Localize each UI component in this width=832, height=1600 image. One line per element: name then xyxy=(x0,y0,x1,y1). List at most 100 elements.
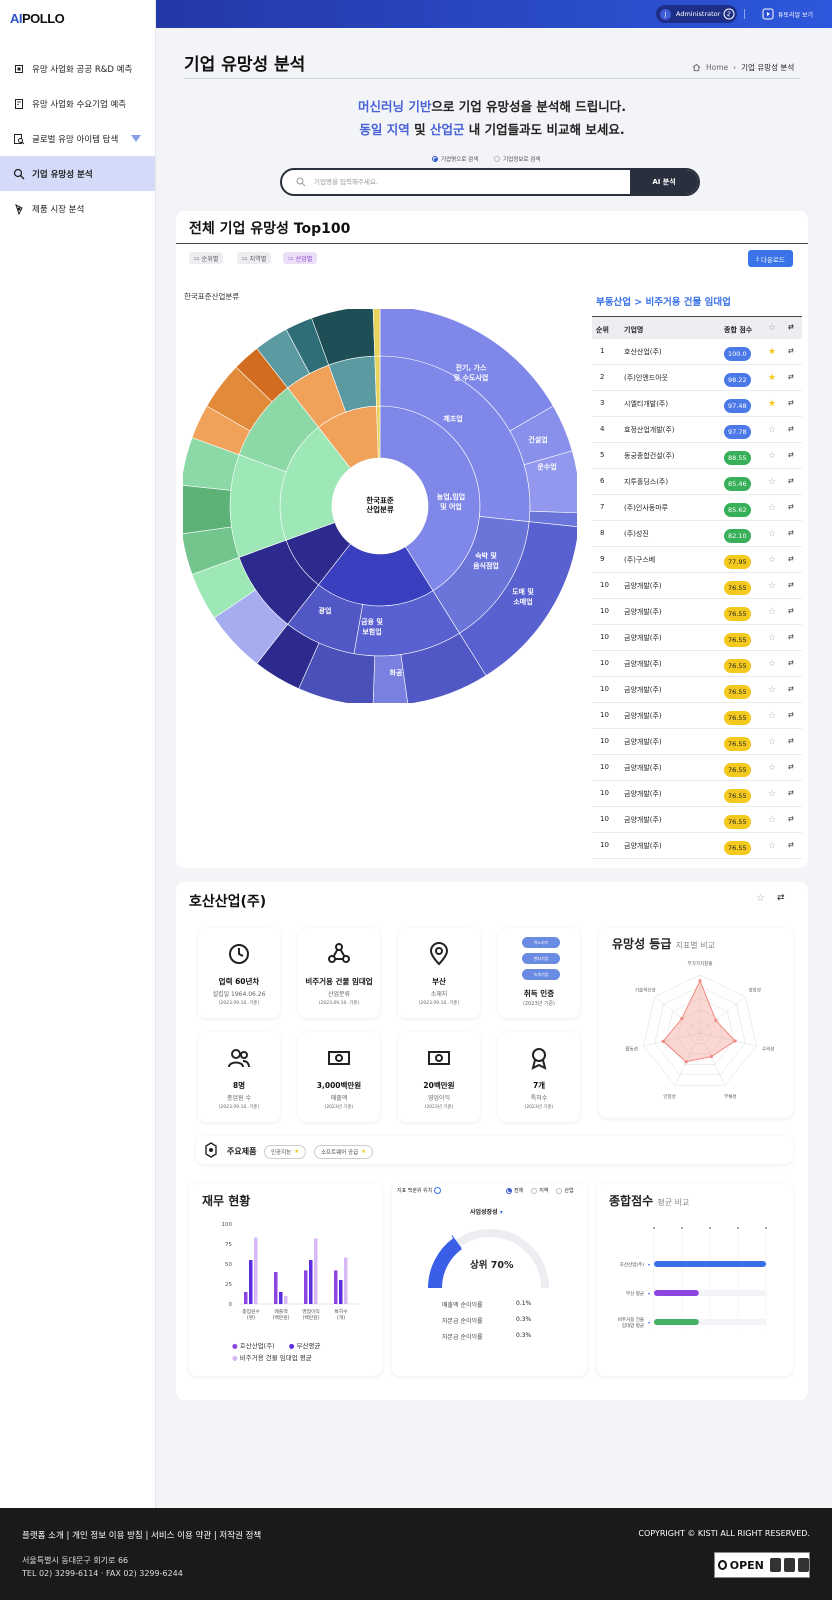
star-icon[interactable]: ☆ xyxy=(768,529,776,539)
link-icon[interactable]: ⇄ xyxy=(788,763,794,771)
sidebar-item-global[interactable]: 글로벌 유망 아이템 탐색 xyxy=(0,121,155,156)
sidebar-item-market[interactable]: 제품 시장 분석 xyxy=(0,191,155,226)
star-icon[interactable]: ☆ xyxy=(756,893,765,904)
table-row[interactable]: 10 금양개발(주) 76.55 ☆ ⇄ xyxy=(592,781,802,807)
total-score-chart[interactable]: ▪ ▪ ▪ ▪ ▪ 호산산업(주) ▾ 부산 평균 ▾ 비주거용 건물임대업 평균 ▾ xyxy=(614,1222,774,1342)
table-row[interactable]: 10 금양개발(주) 76.55 ☆ ⇄ xyxy=(592,677,802,703)
table-row[interactable]: 10 금양개발(주) 76.55 ☆ ⇄ xyxy=(592,807,802,833)
link-icon[interactable]: ⇄ xyxy=(788,503,794,511)
link-icon[interactable]: ⇄ xyxy=(788,737,794,745)
table-row[interactable]: 10 금양개발(주) 76.55 ☆ ⇄ xyxy=(592,573,802,599)
sidebar-item-company[interactable]: 기업 유망성 분석 xyxy=(0,156,155,191)
help-icon[interactable]: ? xyxy=(723,8,735,20)
table-row[interactable]: 7 (주)인사동마루 85.62 ☆ ⇄ xyxy=(592,495,802,521)
table-row[interactable]: 10 금양개발(주) 76.55 ☆ ⇄ xyxy=(592,833,802,859)
chevron-down-icon[interactable] xyxy=(131,135,142,142)
link-icon[interactable]: ⇄ xyxy=(788,581,794,589)
industry-sunburst-chart[interactable]: 한국표준산업분류 전기, 가스및 수도사업제조업건설업운수업농업,임업및 어업숙박… xyxy=(183,309,577,703)
radio-info[interactable]: 기업정보로 검색 xyxy=(494,155,540,163)
star-icon[interactable]: ☆ xyxy=(768,685,776,695)
star-icon[interactable]: ☆ xyxy=(768,581,776,591)
sidebar-item-rnd[interactable]: 유망 사업화 공공 R&D 예측 xyxy=(0,51,155,86)
breadcrumb-home[interactable]: Home xyxy=(706,63,728,72)
star-icon[interactable]: ☆ xyxy=(768,763,776,773)
star-icon[interactable]: ☆ xyxy=(768,425,776,435)
table-row[interactable]: 2 (주)인엔드아웃 98.22 ★ ⇄ xyxy=(592,365,802,391)
sunburst-mid-segment[interactable] xyxy=(229,454,287,558)
star-icon[interactable]: ☆ xyxy=(768,659,776,669)
table-row[interactable]: 5 동궁종합건설(주) 88.55 ☆ ⇄ xyxy=(592,443,802,469)
table-row[interactable]: 10 금양개발(주) 76.55 ☆ ⇄ xyxy=(592,755,802,781)
table-row[interactable]: 6 지투홀딩스(주) 85.46 ☆ ⇄ xyxy=(592,469,802,495)
table-row[interactable]: 10 금양개발(주) 76.55 ☆ ⇄ xyxy=(592,729,802,755)
table-row[interactable]: 10 금양개발(주) 76.55 ☆ ⇄ xyxy=(592,625,802,651)
footer-links[interactable]: 플랫폼 소개 | 개인 정보 이용 방침 | 서비스 이용 약관 | 저작권 정… xyxy=(22,1529,261,1541)
table-row[interactable]: 9 (주)구스베 77.95 ☆ ⇄ xyxy=(592,547,802,573)
radio-region[interactable]: 지역 xyxy=(531,1187,548,1194)
table-row[interactable]: 8 (주)성진 82.10 ☆ ⇄ xyxy=(592,521,802,547)
home-icon[interactable] xyxy=(692,63,701,72)
search-input[interactable]: 기업명을 입력해주세요. xyxy=(314,176,378,186)
link-icon[interactable]: ⇄ xyxy=(788,659,794,667)
sunburst-outer-segment[interactable] xyxy=(183,484,232,534)
star-icon[interactable]: ☆ xyxy=(768,711,776,721)
star-icon[interactable]: ☆ xyxy=(768,451,776,461)
link-icon[interactable]: ⇄ xyxy=(788,789,794,797)
star-icon[interactable]: ☆ xyxy=(768,841,776,851)
link-icon[interactable]: ⇄ xyxy=(788,607,794,615)
star-icon[interactable]: ★ xyxy=(768,373,776,383)
link-icon[interactable]: ⇄ xyxy=(788,399,794,407)
ai-analyze-button[interactable]: AI 분석 xyxy=(630,170,698,194)
table-row[interactable]: 4 효정산업개발(주) 97.78 ☆ ⇄ xyxy=(592,417,802,443)
indicator-select[interactable]: 사업성장성 ▾ xyxy=(470,1207,503,1216)
star-icon[interactable]: ☆ xyxy=(768,789,776,799)
logo[interactable]: AIPOLLO xyxy=(0,0,155,34)
link-icon[interactable]: ⇄ xyxy=(788,529,794,537)
product-tag[interactable]: 인공지능 ★ xyxy=(264,1145,307,1159)
table-row[interactable]: 10 금양개발(주) 76.55 ☆ ⇄ xyxy=(592,651,802,677)
sidebar-item-demand[interactable]: 유망 사업화 수요기업 예측 xyxy=(0,86,155,121)
star-icon[interactable]: ☆ xyxy=(768,555,776,565)
star-icon[interactable]: ☆ xyxy=(768,503,776,513)
link-icon[interactable]: ⇄ xyxy=(788,373,794,381)
download-button[interactable]: ⤓ 다운로드 xyxy=(748,250,793,267)
link-icon[interactable]: ⇄ xyxy=(788,711,794,719)
link-icon[interactable]: ⇄ xyxy=(788,685,794,693)
chevron-down-icon[interactable]: ▾ xyxy=(648,1262,650,1267)
chevron-down-icon[interactable]: ▾ xyxy=(648,1320,650,1325)
table-row[interactable]: 10 금양개발(주) 76.55 ☆ ⇄ xyxy=(592,703,802,729)
table-row[interactable]: 3 시엘티개발(주) 97.48 ★ ⇄ xyxy=(592,391,802,417)
finance-bar-chart[interactable]: 1007550250종업원수(명)매출액(백만원)영업이익(백만원)특허수(개) xyxy=(196,1220,376,1320)
link-icon[interactable]: ⇄ xyxy=(788,555,794,563)
star-icon[interactable]: ★ xyxy=(768,347,776,357)
star-icon[interactable]: ☆ xyxy=(768,607,776,617)
play-icon[interactable] xyxy=(762,8,774,20)
y-tick-label: 50 xyxy=(225,1262,232,1268)
chevron-down-icon[interactable]: ▾ xyxy=(648,1291,650,1296)
info-icon[interactable] xyxy=(434,1187,442,1194)
link-icon[interactable]: ⇄ xyxy=(788,633,794,641)
filter-rank[interactable]: ▭ 순위별 xyxy=(189,252,224,264)
star-icon[interactable]: ★ xyxy=(768,399,776,409)
tutorial-link[interactable]: 튜토리얼 보기 xyxy=(778,10,813,19)
link-icon[interactable]: ⇄ xyxy=(788,425,794,433)
radio-name[interactable]: 기업명으로 검색 xyxy=(432,155,478,163)
filter-industry[interactable]: ▭ 산업별 xyxy=(283,252,318,264)
link-icon[interactable]: ⇄ xyxy=(788,477,794,485)
radar-chart[interactable]: 부가가치창출성장성수익성부채성 안정성 활동성 기술혁신성 xyxy=(620,955,780,1105)
link-icon[interactable]: ⇄ xyxy=(788,451,794,459)
filter-region[interactable]: ▭ 지역별 xyxy=(237,252,272,264)
product-tag[interactable]: 소프트웨어 공급 ★ xyxy=(314,1145,374,1159)
star-icon[interactable]: ☆ xyxy=(768,737,776,747)
link-icon[interactable]: ⇄ xyxy=(788,347,794,355)
link-icon[interactable]: ⇄ xyxy=(788,815,794,823)
table-row[interactable]: 1 호산산업(주) 100.0 ★ ⇄ xyxy=(592,339,802,365)
star-icon[interactable]: ☆ xyxy=(768,477,776,487)
star-icon[interactable]: ☆ xyxy=(768,633,776,643)
star-icon[interactable]: ☆ xyxy=(768,815,776,825)
link-icon[interactable]: ⇄ xyxy=(788,841,794,849)
link-icon[interactable]: ⇄ xyxy=(777,893,785,903)
table-row[interactable]: 10 금양개발(주) 76.55 ☆ ⇄ xyxy=(592,599,802,625)
radio-industry[interactable]: 산업 xyxy=(556,1187,574,1194)
radio-all[interactable]: 전체 xyxy=(506,1187,523,1194)
